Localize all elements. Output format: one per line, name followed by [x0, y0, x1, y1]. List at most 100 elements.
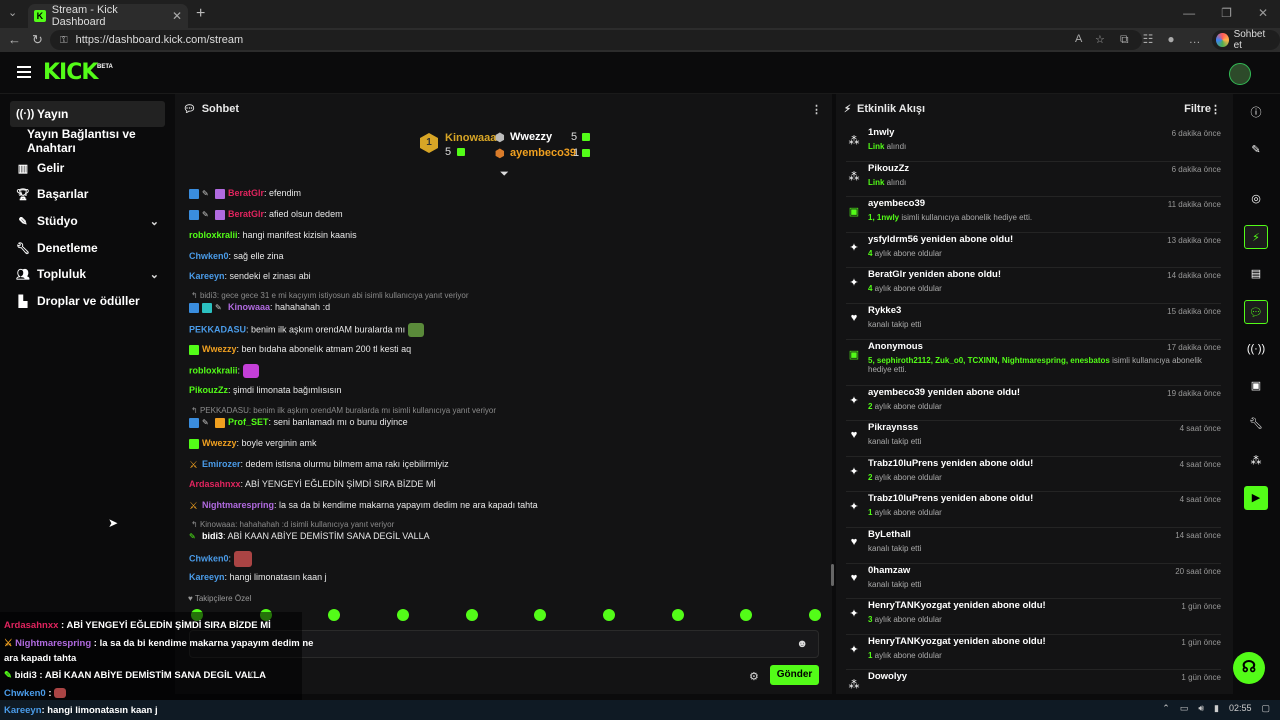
sidebar-item-denetleme[interactable]: 🔧︎ Denetleme [10, 235, 165, 261]
chat-username[interactable]: Wwezzy [202, 438, 237, 448]
tab-list-icon[interactable]: ⌄ [8, 6, 17, 19]
chat-username[interactable]: bidi3 [202, 531, 223, 541]
activity-event[interactable]: ▣ Anonymous 5, sephiroth2112, Zuk_o0, TCXI… [846, 340, 1221, 386]
close-tab-icon[interactable]: ✕ [172, 9, 182, 23]
event-title[interactable]: HenryTANKyozgat yeniden abone oldu! [868, 600, 1046, 611]
site-info-icon[interactable]: ⚿ [60, 35, 68, 46]
chat-username[interactable]: PikouzZz [189, 385, 228, 395]
broadcast-icon[interactable]: ((·)) [1244, 337, 1268, 361]
chevron-up-icon[interactable]: ⌃ [1162, 703, 1170, 714]
activity-event[interactable]: ✦ HenryTANKyozgat yeniden abone oldu! 1 ay… [846, 635, 1221, 671]
hamburger-menu-icon[interactable] [17, 66, 31, 78]
event-title[interactable]: BeratGlr yeniden abone oldu! [868, 269, 1001, 280]
chat-username[interactable]: Kareeyn [189, 572, 225, 582]
notes-icon[interactable]: ▤ [1244, 262, 1268, 286]
emote-icon[interactable] [740, 609, 753, 621]
back-icon[interactable]: ← [8, 32, 21, 47]
volume-icon[interactable]: 🔊︎ [1198, 703, 1204, 714]
chat-username[interactable]: BeratGlr [228, 209, 264, 219]
event-title[interactable]: 0hamzaw [868, 565, 910, 576]
activity-event[interactable]: ⁂ PikouzZz Link alındı 6 dakika önce [846, 162, 1221, 198]
emote-icon[interactable] [328, 609, 341, 621]
leader-third-name[interactable]: ayembeco39 [510, 147, 576, 159]
sidebar-item-basarilar[interactable]: 🏆︎ Başarılar [10, 181, 165, 207]
sidebar-item-droplar[interactable]: ▙ Droplar ve ödüller [10, 288, 165, 314]
copilot-button[interactable]: Sohbet et [1212, 29, 1280, 51]
chat-menu-icon[interactable]: ⋮ [811, 103, 822, 116]
clock-text[interactable]: 02:55 [1229, 703, 1252, 714]
activity-menu-icon[interactable]: ⋮ [1210, 103, 1221, 116]
activity-event[interactable]: ✦ Trabz10luPrens yeniden abone oldu! 2 ayl… [846, 457, 1221, 493]
sidebar-item-studyo[interactable]: ✎ Stüdyo ⌄ [10, 208, 165, 234]
new-tab-icon[interactable]: + [196, 5, 205, 23]
activity-toggle-icon[interactable]: ⚡︎ [1244, 225, 1268, 249]
event-title[interactable]: Dowolyy [868, 671, 907, 682]
wrench-icon[interactable]: 🔧︎ [1244, 412, 1268, 436]
chat-username[interactable]: robloxkralii [189, 230, 238, 240]
activity-event[interactable]: ♥ ByLethall kanalı takip etti 14 saat önce [846, 528, 1221, 564]
browser-tab[interactable]: K Stream - Kick Dashboard ✕ [28, 4, 188, 28]
event-title[interactable]: HenryTANKyozgat yeniden abone oldu! [868, 636, 1046, 647]
emote-icon[interactable] [465, 609, 478, 621]
battery-icon[interactable]: ▮ [1214, 703, 1219, 714]
chat-username[interactable]: Ardasahnxx [189, 479, 241, 489]
event-title[interactable]: Pikraynsss [868, 422, 918, 433]
chat-username[interactable]: Emirozer [202, 459, 241, 469]
activity-event[interactable]: ♥ Pikraynsss kanalı takip etti 4 saat önce [846, 421, 1221, 457]
chat-username[interactable]: BeratGlr [228, 188, 264, 198]
sidebar-item-stream-key[interactable]: Yayın Bağlantısı ve Anahtarı [10, 127, 165, 155]
chat-username[interactable]: Prof_SET [228, 417, 269, 427]
event-title[interactable]: Rykke3 [868, 305, 901, 316]
notifications-icon[interactable]: ▢ [1261, 703, 1270, 714]
collections-icon[interactable]: ☷ [1143, 32, 1154, 47]
maximize-icon[interactable]: ❐ [1221, 6, 1232, 20]
activity-event[interactable]: ♥ 0hamzaw kanalı takip etti 20 saat önce [846, 564, 1221, 600]
activity-event[interactable]: ✦ ayembeco39 yeniden abone oldu! 2 aylık a… [846, 386, 1221, 422]
leader-second-name[interactable]: Wwezzy [510, 131, 552, 143]
emote-icon[interactable] [534, 609, 547, 621]
camera-icon[interactable]: ◎ [1244, 187, 1268, 211]
activity-event[interactable]: ✦ Trabz10luPrens yeniden abone oldu! 1 ayl… [846, 492, 1221, 528]
event-title[interactable]: ysfyldrm56 yeniden abone oldu! [868, 234, 1013, 245]
minimize-icon[interactable]: — [1183, 6, 1195, 20]
favorite-star-icon[interactable]: ☆ [1095, 33, 1105, 46]
activity-event[interactable]: ⁂ 1nwly Link alındı 6 dakika önce [846, 126, 1221, 162]
event-title[interactable]: PikouzZz [868, 163, 909, 174]
activity-event[interactable]: ▣ ayembeco39 1, 1nwly isimli kullanıcıya a… [846, 197, 1221, 233]
event-title[interactable]: ayembeco39 yeniden abone oldu! [868, 387, 1020, 398]
chat-username[interactable]: Chwken0 [189, 553, 229, 563]
layers-icon[interactable]: ▣ [1244, 374, 1268, 398]
event-title[interactable]: Anonymous [868, 341, 923, 352]
close-window-icon[interactable]: ✕ [1258, 6, 1268, 20]
network-icon[interactable]: ▭ [1180, 703, 1189, 714]
kick-logo[interactable]: KICK [43, 60, 98, 85]
event-title[interactable]: ByLethall [868, 529, 911, 540]
emoji-picker-icon[interactable]: ☻ [796, 638, 808, 650]
url-field[interactable]: ⚿ https://dashboard.kick.com/stream A ☆ [50, 30, 1142, 50]
emote-icon[interactable] [808, 609, 821, 621]
sidebar-item-yayin[interactable]: ((·)) Yayın [10, 101, 165, 127]
chat-username[interactable]: Kinowaaa [228, 302, 270, 312]
event-title[interactable]: ayembeco39 [868, 198, 925, 209]
emote-icon[interactable] [602, 609, 615, 621]
emote-icon[interactable] [671, 609, 684, 621]
chat-username[interactable]: Wwezzy [202, 344, 237, 354]
chat-username[interactable]: robloxkralii [189, 365, 238, 375]
event-title[interactable]: Trabz10luPrens yeniden abone oldu! [868, 493, 1033, 504]
profile-icon[interactable]: ● [1167, 32, 1174, 47]
chat-scrollbar[interactable] [831, 564, 834, 586]
user-avatar[interactable] [1229, 63, 1251, 85]
sidebar-item-gelir[interactable]: ▥ Gelir [10, 155, 165, 181]
extensions-icon[interactable]: ⧉ [1120, 32, 1129, 47]
reload-icon[interactable]: ↻ [32, 32, 43, 48]
filter-button[interactable]: Filtre [1184, 103, 1211, 115]
chat-settings-icon[interactable]: ⚙ [749, 670, 759, 683]
send-button[interactable]: Gönder [770, 665, 819, 685]
chat-username[interactable]: Nightmarespring [202, 500, 274, 510]
read-aloud-icon[interactable]: A [1075, 33, 1082, 45]
chat-toggle-icon[interactable]: 💬︎ [1244, 300, 1268, 324]
chat-username[interactable]: PEKKADASU [189, 324, 246, 334]
info-icon[interactable]: ⓘ [1244, 101, 1268, 125]
nodes-icon[interactable]: ⁂ [1244, 449, 1268, 473]
activity-event[interactable]: ♥ Rykke3 kanalı takip etti 15 dakika önce [846, 304, 1221, 340]
